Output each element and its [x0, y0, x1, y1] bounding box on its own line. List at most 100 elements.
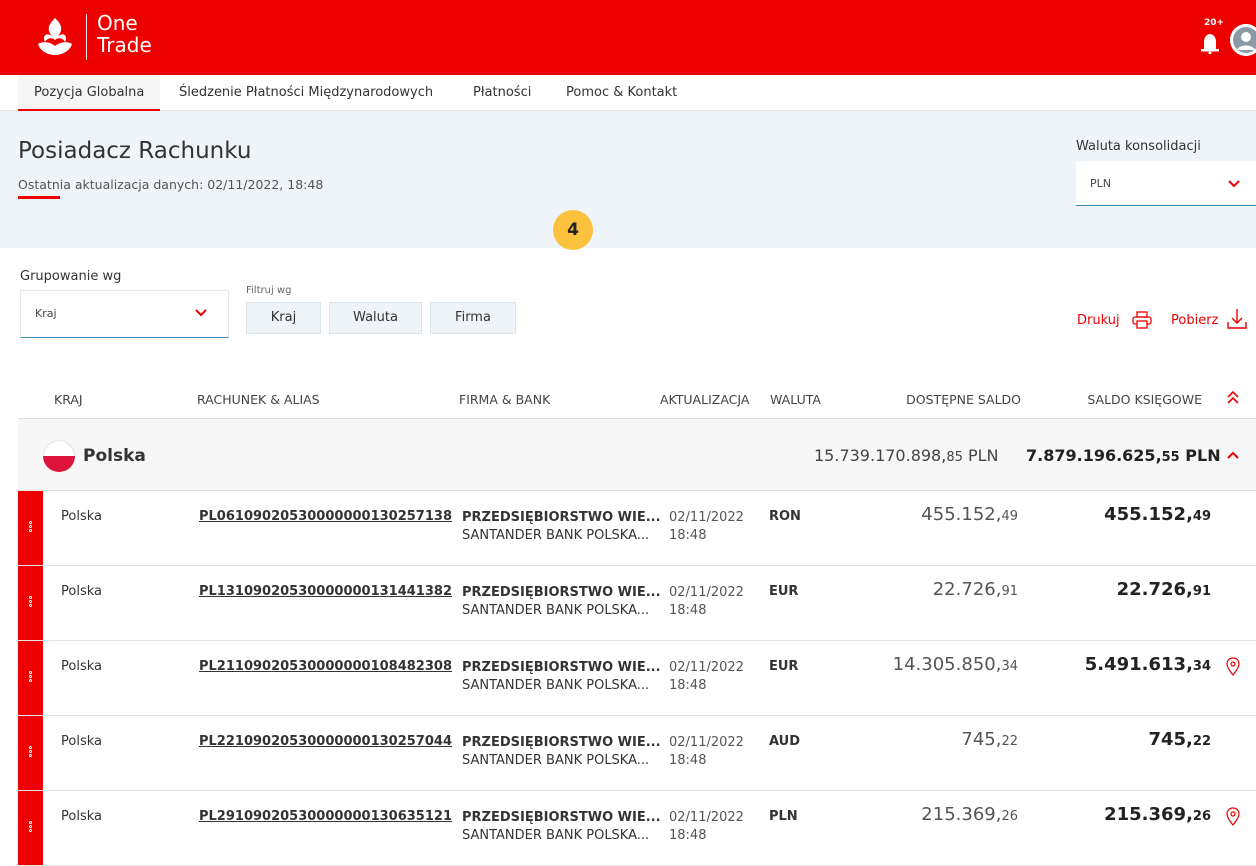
- poland-flag-icon: [43, 440, 75, 472]
- more-options-icon[interactable]: [29, 821, 32, 833]
- tab-pomoc-kontakt[interactable]: Pomoc & Kontakt: [566, 75, 677, 111]
- row-account-link[interactable]: PL22109020530000000130257044: [199, 734, 452, 749]
- title-underline: [18, 196, 60, 199]
- page-title: Posiadacz Rachunku: [18, 138, 252, 164]
- row-available-balance: 14.305.850,34: [892, 654, 1018, 675]
- table-row[interactable]: Polska PL13109020530000000131441382 PRZE…: [18, 566, 1256, 641]
- row-menu-handle[interactable]: [18, 641, 43, 715]
- column-header-country[interactable]: KRAJ: [54, 392, 83, 407]
- row-book-balance: 455.152,49: [1104, 504, 1211, 525]
- row-menu-handle[interactable]: [18, 716, 43, 790]
- step-badge: 4: [553, 210, 593, 250]
- collapse-all-icon[interactable]: [1226, 390, 1240, 406]
- brand-name: One Trade: [97, 12, 152, 56]
- row-firm-bank: PRZEDSIĘBIORSTWO WIE... SANTANDER BANK PO…: [462, 735, 661, 768]
- row-menu-handle[interactable]: [18, 491, 43, 565]
- row-book-balance: 215.369,26: [1104, 804, 1211, 825]
- main-navigation: Pozycja Globalna Śledzenie Płatności Mię…: [0, 75, 1256, 111]
- printer-icon[interactable]: [1132, 311, 1152, 329]
- row-firm-bank: PRZEDSIĘBIORSTWO WIE... SANTANDER BANK PO…: [462, 585, 661, 618]
- brand-line-1: One: [97, 11, 138, 35]
- print-button[interactable]: Drukuj: [1077, 313, 1120, 328]
- row-available-balance: 22.726,91: [932, 579, 1018, 600]
- more-options-icon[interactable]: [29, 746, 32, 758]
- top-bar: One Trade 20+: [0, 0, 1256, 75]
- notifications-bell-icon[interactable]: [1198, 24, 1222, 54]
- chevron-down-icon: [1228, 180, 1240, 188]
- consolidation-currency-select[interactable]: PLN: [1076, 161, 1256, 206]
- filter-label: Filtruj wg: [246, 285, 292, 296]
- filter-waluta-button[interactable]: Waluta: [329, 302, 422, 334]
- tab-pozycja-globalna[interactable]: Pozycja Globalna: [18, 75, 161, 111]
- notifications-count-badge: 20+: [1204, 18, 1225, 28]
- row-account-link[interactable]: PL21109020530000000108482308: [199, 659, 452, 674]
- filter-kraj-button[interactable]: Kraj: [246, 302, 321, 334]
- row-country: Polska: [61, 809, 102, 824]
- row-available-balance: 215.369,26: [921, 804, 1018, 825]
- group-name: Polska: [83, 446, 146, 466]
- row-currency: EUR: [769, 659, 799, 674]
- tab-sledzenie-platnosci[interactable]: Śledzenie Płatności Międzynarodowych: [179, 75, 433, 111]
- download-button[interactable]: Pobierz: [1171, 313, 1218, 328]
- column-header-account[interactable]: RACHUNEK & ALIAS: [197, 392, 320, 407]
- location-pin-icon[interactable]: [1225, 657, 1241, 677]
- more-options-icon[interactable]: [29, 521, 32, 533]
- user-avatar-icon[interactable]: [1230, 24, 1256, 56]
- consolidation-currency-value: PLN: [1090, 177, 1111, 190]
- consolidation-currency-label: Waluta konsolidacji: [1076, 139, 1201, 154]
- row-updated: 02/11/2022 18:48: [669, 735, 744, 768]
- row-account-link[interactable]: PL29109020530000000130635121: [199, 809, 452, 824]
- row-menu-handle[interactable]: [18, 791, 43, 865]
- download-icon[interactable]: [1227, 308, 1247, 330]
- column-header-available-balance[interactable]: DOSTĘPNE SALDO: [860, 392, 1021, 407]
- location-pin-icon[interactable]: [1225, 807, 1241, 827]
- row-firm-bank: PRZEDSIĘBIORSTWO WIE... SANTANDER BANK PO…: [462, 510, 661, 543]
- row-book-balance: 5.491.613,34: [1084, 654, 1211, 675]
- row-account-link[interactable]: PL13109020530000000131441382: [199, 584, 452, 599]
- table-row[interactable]: Polska PL22109020530000000130257044 PRZE…: [18, 716, 1256, 791]
- row-updated: 02/11/2022 18:48: [669, 585, 744, 618]
- santander-flame-logo-icon[interactable]: [34, 16, 76, 58]
- row-menu-handle[interactable]: [18, 566, 43, 640]
- row-country: Polska: [61, 509, 102, 524]
- row-available-balance: 455.152,49: [921, 504, 1018, 525]
- row-book-balance: 22.726,91: [1116, 579, 1211, 600]
- row-updated: 02/11/2022 18:48: [669, 660, 744, 693]
- row-available-balance: 745,22: [961, 729, 1018, 750]
- row-firm-bank: PRZEDSIĘBIORSTWO WIE... SANTANDER BANK PO…: [462, 810, 661, 843]
- table-row[interactable]: Polska PL21109020530000000108482308 PRZE…: [18, 641, 1256, 716]
- brand-line-2: Trade: [97, 33, 152, 57]
- grouping-select[interactable]: Kraj: [20, 290, 229, 338]
- logo-separator: [86, 14, 87, 60]
- grouping-label: Grupowanie wg: [20, 269, 122, 284]
- column-header-firm[interactable]: FIRMA & BANK: [459, 392, 550, 407]
- tab-platnosci[interactable]: Płatności: [473, 75, 531, 111]
- table-row[interactable]: Polska PL29109020530000000130635121 PRZE…: [18, 791, 1256, 866]
- chevron-up-icon[interactable]: [1227, 451, 1239, 459]
- row-currency: AUD: [769, 734, 801, 749]
- grouping-value: Kraj: [35, 307, 57, 320]
- row-country: Polska: [61, 659, 102, 674]
- group-available-total: 15.739.170.898,85 PLN: [814, 446, 999, 465]
- row-country: Polska: [61, 734, 102, 749]
- last-update-text: Ostatnia aktualizacja danych: 02/11/2022…: [18, 177, 324, 192]
- row-account-link[interactable]: PL06109020530000000130257138: [199, 509, 452, 524]
- row-currency: EUR: [769, 584, 799, 599]
- table-row[interactable]: Polska PL06109020530000000130257138 PRZE…: [18, 491, 1256, 566]
- row-updated: 02/11/2022 18:48: [669, 510, 744, 543]
- column-header-updated[interactable]: AKTUALIZACJA: [660, 392, 749, 407]
- row-currency: PLN: [769, 809, 798, 824]
- group-row-polska[interactable]: Polska 15.739.170.898,85 PLN 7.879.196.6…: [18, 419, 1256, 491]
- row-currency: RON: [769, 509, 801, 524]
- chevron-down-icon: [195, 309, 207, 317]
- row-book-balance: 745,22: [1148, 729, 1211, 750]
- row-firm-bank: PRZEDSIĘBIORSTWO WIE... SANTANDER BANK PO…: [462, 660, 661, 693]
- filter-firma-button[interactable]: Firma: [430, 302, 516, 334]
- column-header-book-balance[interactable]: SALDO KSIĘGOWE: [1040, 392, 1202, 407]
- group-book-total: 7.879.196.625,55 PLN: [1026, 446, 1221, 465]
- column-header-currency[interactable]: WALUTA: [770, 392, 821, 407]
- more-options-icon[interactable]: [29, 596, 32, 608]
- row-country: Polska: [61, 584, 102, 599]
- row-updated: 02/11/2022 18:48: [669, 810, 744, 843]
- more-options-icon[interactable]: [29, 671, 32, 683]
